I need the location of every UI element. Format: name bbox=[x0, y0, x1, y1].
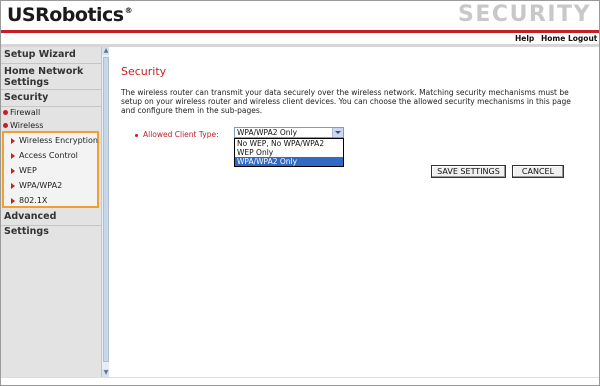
sidebar-item-wireless[interactable]: Wireless bbox=[1, 121, 101, 130]
registered-mark: ® bbox=[124, 6, 133, 15]
sidebar-item-label: WEP bbox=[19, 166, 37, 175]
chevron-down-icon[interactable] bbox=[332, 128, 343, 137]
status-bar bbox=[1, 377, 599, 385]
arrow-right-icon bbox=[11, 152, 15, 159]
option-no-wep-no-wpa[interactable]: No WEP, No WPA/WPA2 bbox=[235, 139, 343, 148]
option-wep-only[interactable]: WEP Only bbox=[235, 148, 343, 157]
bullet-icon bbox=[3, 110, 8, 115]
sidebar-item-security[interactable]: Security bbox=[1, 90, 101, 107]
sidebar-item-setup-wizard[interactable]: Setup Wizard bbox=[1, 47, 101, 64]
home-link[interactable]: Home bbox=[541, 34, 565, 43]
bullet-icon bbox=[3, 123, 8, 128]
logo-text: USRobotics bbox=[7, 4, 124, 26]
sidebar-item-label: 802.1X bbox=[19, 196, 48, 205]
header: USRobotics® SECURITY bbox=[1, 1, 599, 30]
option-wpa-wpa2-only[interactable]: WPA/WPA2 Only bbox=[235, 157, 343, 166]
page-section-word: SECURITY bbox=[458, 2, 591, 27]
sidebar-item-label: Access Control bbox=[19, 151, 78, 160]
allowed-client-type-options: No WEP, No WPA/WPA2 WEP Only WPA/WPA2 On… bbox=[234, 138, 344, 167]
allowed-client-type-text: Allowed Client Type: bbox=[143, 130, 219, 139]
arrow-right-icon bbox=[11, 182, 15, 189]
sidebar-item-advanced-settings[interactable]: Advanced Settings bbox=[1, 209, 101, 237]
sidebar-item-wep[interactable]: WEP bbox=[11, 166, 37, 175]
arrow-right-icon bbox=[11, 137, 15, 144]
sidebar-item-access-control[interactable]: Access Control bbox=[11, 151, 78, 160]
select-value: WPA/WPA2 Only bbox=[237, 128, 298, 137]
sidebar-item-label: Wireless Encryption bbox=[19, 136, 98, 145]
allowed-client-type-select[interactable]: WPA/WPA2 Only bbox=[234, 127, 344, 138]
allowed-client-type-label: Allowed Client Type: bbox=[135, 130, 219, 139]
usrobotics-logo: USRobotics® bbox=[7, 4, 133, 26]
page-title: Security bbox=[121, 65, 167, 78]
main-content: Security The wireless router can transmi… bbox=[109, 47, 599, 377]
sidebar-item-home-network-settings[interactable]: Home Network Settings bbox=[1, 64, 101, 90]
arrow-right-icon bbox=[11, 197, 15, 204]
browser-window: USRobotics® SECURITY Help Home Logout Se… bbox=[0, 0, 600, 386]
help-link[interactable]: Help bbox=[515, 34, 534, 43]
sidebar-item-wireless-encryption[interactable]: Wireless Encryption bbox=[11, 136, 98, 145]
cancel-button[interactable]: CANCEL bbox=[512, 165, 564, 178]
sidebar-item-label: Firewall bbox=[10, 108, 41, 117]
sidebar-item-label: WPA/WPA2 bbox=[19, 181, 63, 190]
sidebar-item-label: Wireless bbox=[10, 121, 44, 130]
save-settings-button[interactable]: SAVE SETTINGS bbox=[431, 165, 506, 178]
logout-link[interactable]: Logout bbox=[568, 34, 597, 43]
arrow-right-icon bbox=[11, 167, 15, 174]
sidebar-item-8021x[interactable]: 802.1X bbox=[11, 196, 47, 205]
top-nav: Help Home Logout bbox=[1, 33, 599, 44]
sidebar-item-wpa-wpa2[interactable]: WPA/WPA2 bbox=[11, 181, 62, 190]
bullet-icon bbox=[135, 133, 138, 137]
page-description: The wireless router can transmit your da… bbox=[121, 88, 571, 115]
sidebar-item-firewall[interactable]: Firewall bbox=[1, 108, 101, 117]
sidebar: Setup Wizard Home Network Settings Secur… bbox=[1, 47, 101, 377]
